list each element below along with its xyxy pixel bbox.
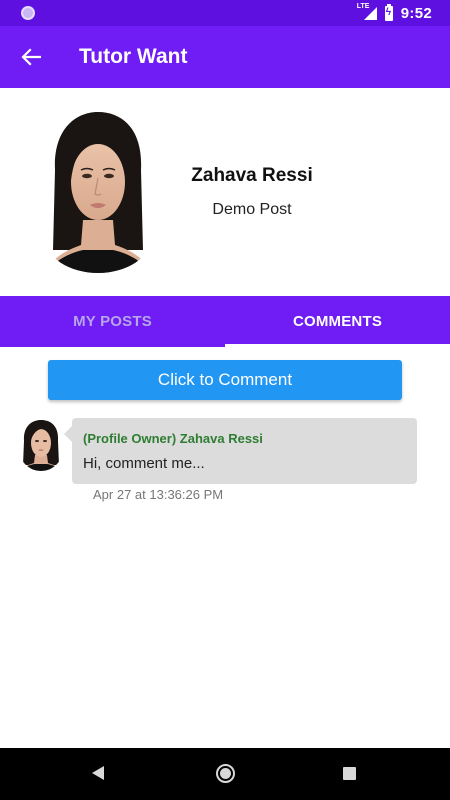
- battery-charging-icon: ϟ: [384, 3, 393, 21]
- status-time: 9:52: [400, 4, 432, 22]
- app-indicator-icon: [21, 6, 35, 20]
- tab-comments[interactable]: COMMENTS: [225, 296, 450, 347]
- nav-home-icon[interactable]: [216, 764, 235, 783]
- nav-back-icon[interactable]: [92, 766, 104, 780]
- profile-header: Zahava Ressi Demo Post: [0, 88, 450, 296]
- signal-strength-icon: [363, 7, 377, 20]
- profile-name: Zahava Ressi: [191, 165, 313, 186]
- tab-bar: MY POSTS COMMENTS: [0, 296, 450, 347]
- comment-text: Hi, comment me...: [83, 455, 205, 472]
- arrow-left-icon: [21, 48, 41, 66]
- system-nav-bar: [0, 748, 450, 800]
- status-icons: LTE ϟ 9:52: [357, 0, 432, 26]
- lte-signal-icon: LTE: [357, 3, 377, 22]
- comment-bubble: (Profile Owner) Zahava Ressi Hi, comment…: [64, 418, 417, 484]
- back-button[interactable]: [0, 26, 62, 88]
- app-bar: Tutor Want: [0, 26, 450, 88]
- click-to-comment-button[interactable]: Click to Comment: [48, 360, 402, 400]
- tab-my-posts[interactable]: MY POSTS: [0, 296, 225, 347]
- comment-timestamp: Apr 27 at 13:36:26 PM: [93, 487, 224, 502]
- status-bar: LTE ϟ 9:52: [0, 0, 450, 26]
- comment-author: (Profile Owner) Zahava Ressi: [83, 431, 263, 446]
- page-title: Tutor Want: [79, 45, 188, 68]
- screen: LTE ϟ 9:52 Tutor Want Zahava Ressi Demo …: [0, 0, 450, 800]
- nav-recents-icon[interactable]: [343, 767, 356, 780]
- profile-post-title: Demo Post: [212, 201, 292, 218]
- comment-avatar: [19, 419, 63, 471]
- bolt-icon: ϟ: [385, 6, 392, 18]
- profile-avatar: [45, 110, 151, 273]
